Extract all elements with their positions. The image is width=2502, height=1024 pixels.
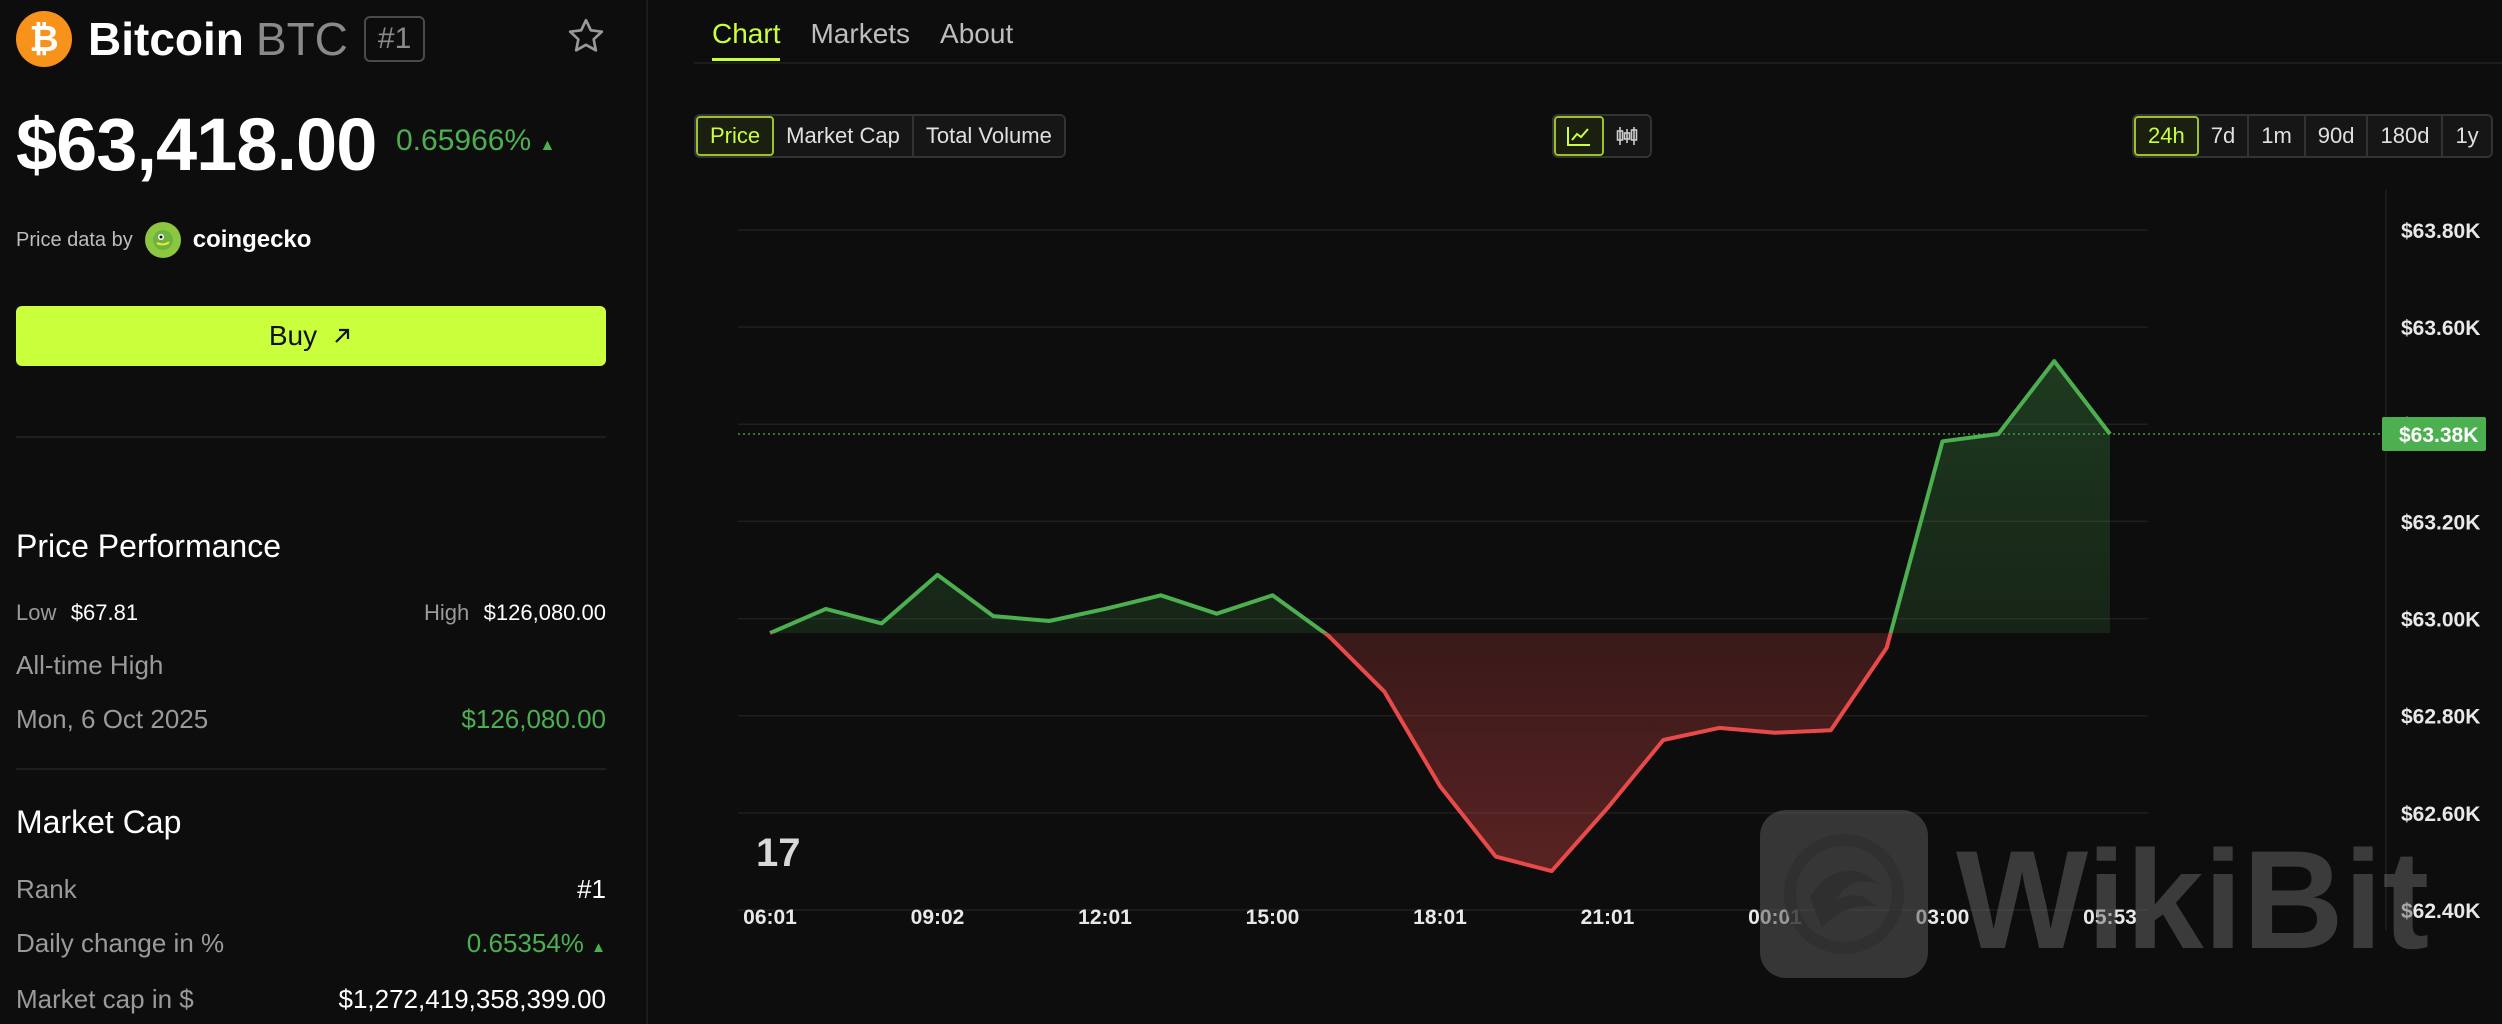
range-7d[interactable]: 7d — [2198, 116, 2250, 156]
rank-label: Rank — [16, 874, 77, 904]
y-tick-label: $63.00K — [2401, 609, 2480, 632]
buy-label: Buy — [268, 320, 318, 351]
price-performance-title: Price Performance — [16, 528, 281, 564]
provider-name[interactable]: coingecko — [193, 226, 312, 254]
coin-sidebar: ₿ Bitcoin BTC #1 $63,418.00 0.65966% ▲ P… — [0, 0, 648, 1024]
coin-price: $63,418.00 — [16, 103, 377, 186]
high-label: High — [423, 600, 470, 625]
x-tick-label: 12:01 — [1078, 906, 1132, 929]
star-icon[interactable] — [566, 16, 606, 56]
y-tick-label: $63.80K — [2401, 220, 2480, 243]
tab-chart[interactable]: Chart — [712, 18, 781, 61]
daily-change-label: Daily change in % — [16, 928, 225, 958]
y-tick-label: $62.80K — [2401, 706, 2480, 729]
range-1m[interactable]: 1m — [2249, 116, 2306, 156]
metric-price[interactable]: Price — [696, 116, 775, 156]
up-arrow-icon: ▲ — [539, 137, 556, 154]
ath-value: $126,080.00 — [461, 704, 606, 734]
main-tabs: Chart Markets About — [712, 18, 1013, 61]
svg-text:₿: ₿ — [29, 19, 58, 59]
metric-total-volume[interactable]: Total Volume — [913, 116, 1064, 156]
rank-badge: #1 — [363, 16, 426, 62]
rank-row: Rank #1 — [16, 874, 606, 905]
market-cap-value: $1,272,419,358,399.00 — [338, 984, 606, 1014]
price-change: 0.65966% ▲ — [396, 124, 555, 158]
range-90d[interactable]: 90d — [2305, 116, 2369, 156]
coin-symbol: BTC — [255, 13, 348, 65]
current-price-label: $63.38K — [2399, 424, 2478, 447]
candlestick-icon[interactable] — [1604, 116, 1650, 156]
price-data-label: Price data by — [16, 228, 133, 251]
coin-header: ₿ Bitcoin BTC #1 — [16, 11, 616, 67]
y-tick-label: $63.60K — [2401, 317, 2480, 340]
price-change-value: 0.65966% — [396, 124, 532, 157]
buy-button[interactable]: Buy — [16, 306, 606, 366]
low-value: $67.81 — [70, 600, 139, 625]
x-tick-label: 06:01 — [743, 906, 797, 929]
divider — [16, 768, 606, 770]
range-1y[interactable]: 1y — [2443, 116, 2491, 156]
x-tick-label: 21:01 — [1581, 906, 1635, 929]
x-tick-label: 15:00 — [1246, 906, 1300, 929]
high-value: $126,080.00 — [483, 600, 606, 625]
metric-market-cap[interactable]: Market Cap — [774, 116, 914, 156]
bitcoin-icon: ₿ — [16, 11, 72, 67]
current-price-tag: $63.38K — [2382, 417, 2486, 451]
market-cap-label: Market cap in $ — [16, 984, 194, 1014]
coingecko-icon — [144, 222, 181, 258]
up-arrow-icon: ▲ — [591, 939, 606, 956]
x-tick-label: 18:01 — [1413, 906, 1467, 929]
tradingview-logo-text: 17 — [756, 831, 801, 875]
arrow-up-right-icon — [335, 328, 350, 343]
tab-about[interactable]: About — [940, 18, 1013, 61]
low-label: Low — [16, 600, 57, 625]
ath-label: All-time High — [16, 650, 164, 680]
line-chart-icon[interactable] — [1554, 116, 1604, 156]
x-tick-label: 09:02 — [911, 906, 965, 929]
range-180d[interactable]: 180d — [2368, 116, 2444, 156]
coin-name: Bitcoin — [88, 13, 244, 65]
area-fill-up — [770, 361, 2110, 634]
wikibit-watermark: WikiBit — [1760, 810, 2429, 978]
chart-type-selector — [1552, 114, 1652, 158]
y-tick-label: $63.20K — [2401, 511, 2480, 534]
divider — [16, 436, 606, 438]
market-cap-row: Market cap in $ $1,272,419,358,399.00 — [16, 984, 606, 1015]
low-high-row: Low $67.81 High $126,080.00 — [16, 600, 606, 626]
tabs-divider — [694, 62, 2502, 64]
tab-markets[interactable]: Markets — [810, 18, 910, 61]
price-data-source: Price data by coingecko — [16, 222, 311, 258]
daily-change-value: 0.65354% — [466, 928, 584, 958]
range-24h[interactable]: 24h — [2134, 116, 2199, 156]
watermark-text: WikiBit — [1956, 821, 2429, 978]
rank-value: #1 — [577, 874, 606, 904]
ath-row: All-time High — [16, 650, 606, 681]
daily-change-row: Daily change in % 0.65354% ▲ — [16, 928, 606, 959]
time-range-selector: 24h 7d 1m 90d 180d 1y — [2132, 114, 2493, 158]
tradingview-logo: 17 — [756, 831, 801, 875]
ath-date: Mon, 6 Oct 2025 — [16, 704, 209, 734]
metric-selector: Price Market Cap Total Volume — [694, 114, 1066, 158]
market-cap-title: Market Cap — [16, 804, 182, 840]
ath-date-row: Mon, 6 Oct 2025 $126,080.00 — [16, 704, 606, 735]
